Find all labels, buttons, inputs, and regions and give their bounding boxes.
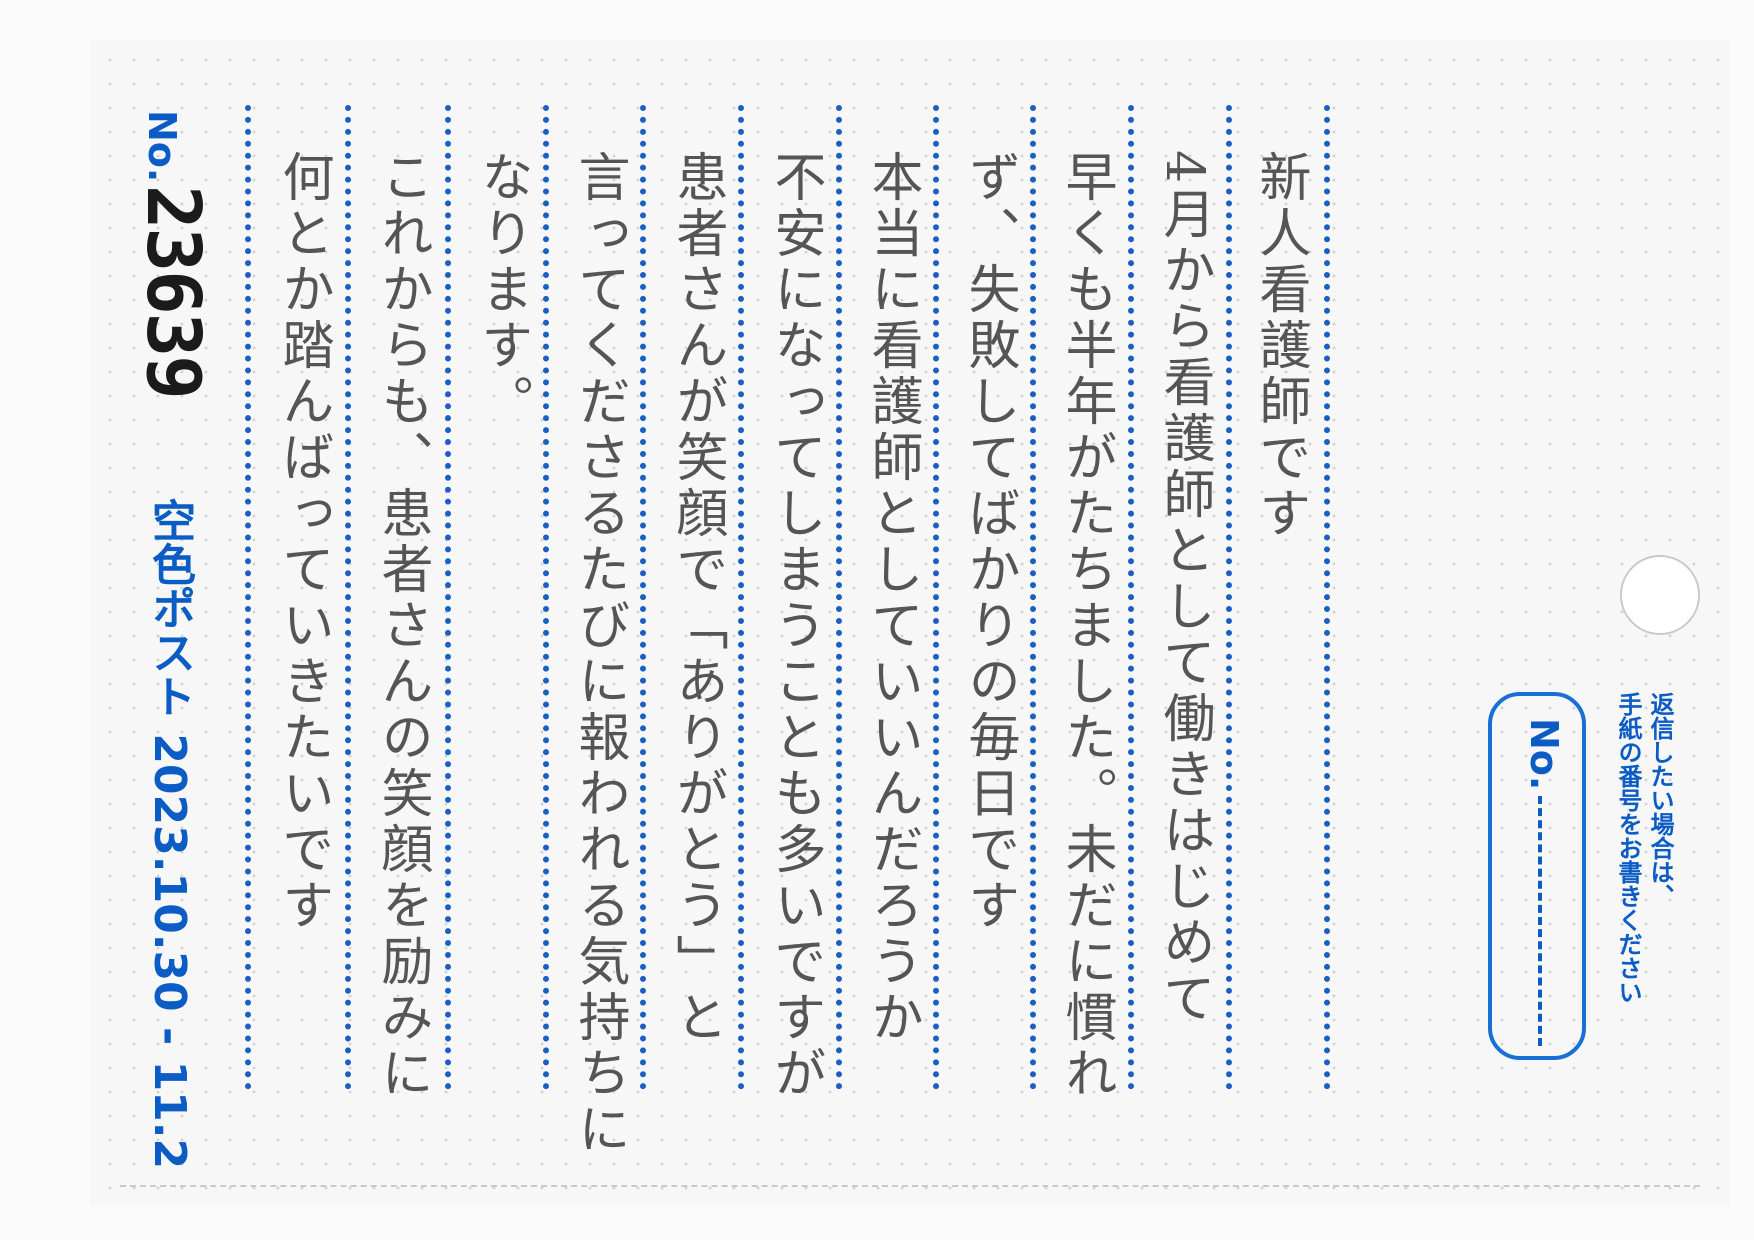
letter-line: なります。	[472, 150, 532, 430]
dotted-rule	[1324, 105, 1330, 1090]
reply-instruction-line2: 手紙の番号をお書きください	[1614, 692, 1642, 1004]
letter-line: 何とか踏んばっていきたいです	[273, 150, 333, 934]
dotted-rule	[1226, 105, 1232, 1090]
letter-line: 新人看護師です	[1250, 150, 1310, 542]
reply-number-box: No.	[1488, 692, 1586, 1060]
reply-number-blank	[1538, 796, 1542, 1046]
dotted-rule	[345, 105, 351, 1090]
brand-and-date-range: 空色ポスト 2023.10.30 - 11.2	[144, 498, 195, 1170]
letter-number-label: No.	[140, 110, 184, 183]
dotted-rule	[738, 105, 744, 1090]
reply-instruction-line1: 返信したい場合は、	[1646, 692, 1674, 908]
letter-line: ず、失敗してばかりの毎日です	[959, 150, 1019, 934]
reply-instruction: 返信したい場合は、 手紙の番号をお書きください	[1612, 692, 1676, 1004]
letter-line: 早くも半年がたちました。未だに慣れ	[1056, 150, 1116, 1102]
dotted-rule	[1030, 105, 1036, 1090]
dotted-rule	[933, 105, 939, 1090]
letter-line: 言ってくださるたびに報われる気持ちに	[569, 150, 629, 1158]
dotted-rule	[836, 105, 842, 1090]
dotted-rule	[640, 105, 646, 1090]
dotted-rule	[445, 105, 451, 1090]
cut-line	[120, 1185, 1700, 1187]
dotted-rule	[1128, 105, 1134, 1090]
letter-number-value: 23639	[130, 185, 216, 398]
dotted-rule	[245, 105, 251, 1090]
letter-line: 4月から看護師として働きはじめて	[1154, 150, 1214, 1028]
punch-hole	[1620, 555, 1700, 635]
letter-line: 患者さんが笑顔で「ありがとう」と	[667, 150, 727, 1046]
letter-line: これからも、患者さんの笑顔を励みに	[372, 150, 432, 1102]
dotted-rule	[543, 105, 549, 1090]
letter-line: 本当に看護師としていいんだろうか	[862, 150, 922, 1046]
letter-line: 不安になってしまうことも多いですが	[765, 150, 825, 1102]
reply-number-label: No.	[1522, 718, 1566, 791]
